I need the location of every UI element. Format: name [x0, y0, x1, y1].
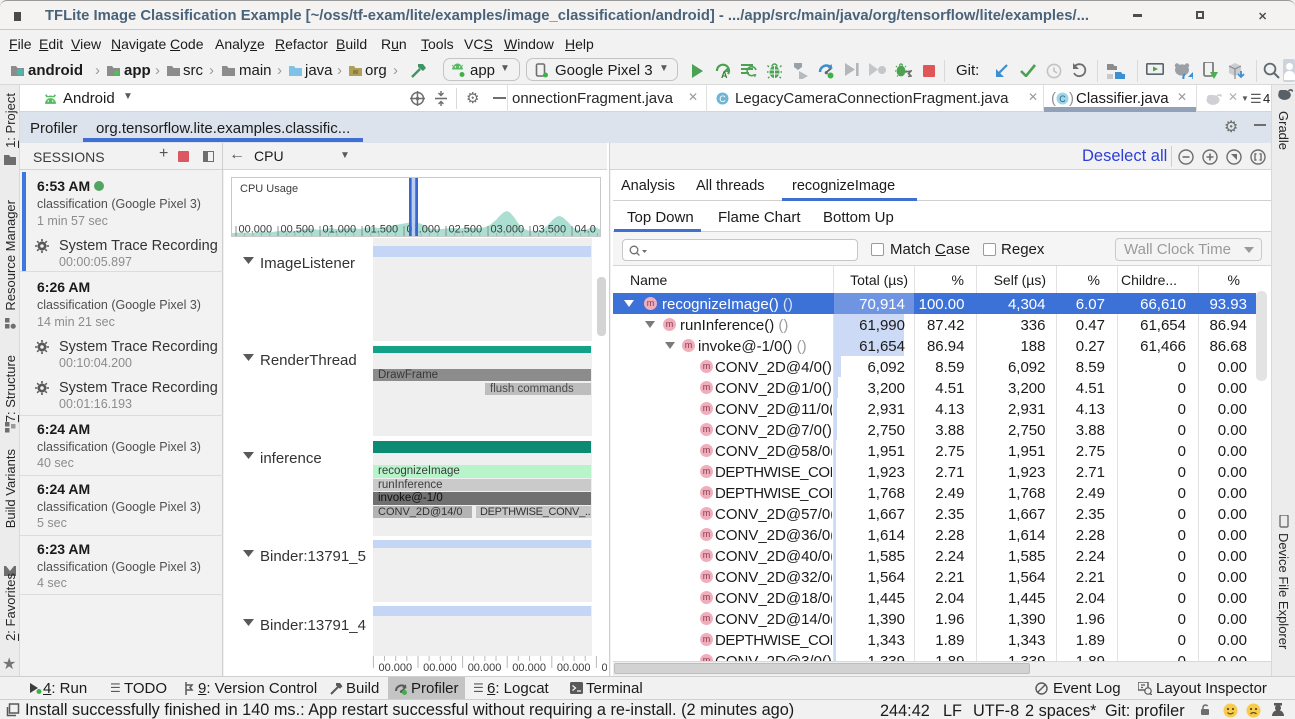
- svg-text:00.000: 00.000: [557, 662, 591, 674]
- svg-text:00.000: 00.000: [468, 662, 502, 674]
- svg-text:00.000: 00.000: [423, 662, 457, 674]
- svg-text:04.0: 04.0: [575, 224, 596, 236]
- svg-text:00.000: 00.000: [239, 224, 273, 236]
- svg-text:03.000: 03.000: [491, 224, 525, 236]
- svg-text:01.500: 01.500: [365, 224, 399, 236]
- svg-text:00.500: 00.500: [281, 224, 315, 236]
- svg-text:A: A: [721, 70, 728, 79]
- svg-text:02.500: 02.500: [449, 224, 483, 236]
- svg-text:00.000: 00.000: [379, 662, 413, 674]
- svg-text:C: C: [719, 94, 726, 104]
- svg-text:03.500: 03.500: [533, 224, 567, 236]
- svg-text:00.000: 00.000: [512, 662, 546, 674]
- svg-text:01.000: 01.000: [323, 224, 357, 236]
- svg-text:C: C: [1059, 94, 1066, 104]
